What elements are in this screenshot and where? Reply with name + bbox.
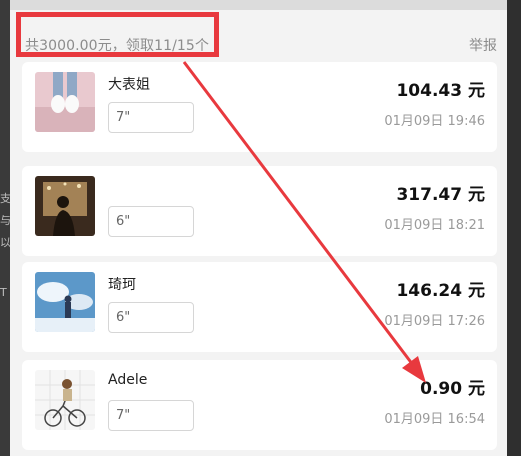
claim-amount: 317.47 元 — [396, 185, 485, 205]
background-text: T — [0, 286, 7, 299]
screenshot-stage: 支 与 以 T 共3000.00元，领取11/15个 举报 大表姐 7" 104… — [0, 0, 521, 456]
sketch-bike-avatar[interactable] — [35, 370, 95, 430]
voice-message-button[interactable]: 6" — [108, 302, 194, 333]
claim-amount: 146.24 元 — [396, 281, 485, 301]
claimer-name: Adele — [108, 372, 148, 388]
shoes-photo-avatar[interactable] — [35, 72, 95, 132]
voice-duration: 7" — [116, 408, 131, 423]
claim-card: Adele 7" 0.90 元 01月09日 16:54 — [22, 360, 497, 450]
red-packet-claims-panel: 共3000.00元，领取11/15个 举报 大表姐 7" 104.43 元 01 — [10, 0, 507, 456]
background-app-edge-right — [507, 0, 521, 456]
claim-time: 01月09日 17:26 — [384, 314, 485, 329]
annotation-highlight-box — [16, 12, 219, 57]
claimer-name: 大表姐 — [108, 77, 150, 93]
voice-duration: 6" — [116, 214, 131, 229]
voice-duration: 7" — [116, 110, 131, 125]
voice-message-button[interactable]: 7" — [108, 400, 194, 431]
claim-card: 6" 317.47 元 01月09日 18:21 — [22, 166, 497, 256]
silhouette-photo-avatar[interactable] — [35, 176, 95, 236]
claim-time: 01月09日 16:54 — [384, 412, 485, 427]
claim-time: 01月09日 19:46 — [384, 114, 485, 129]
claim-amount: 104.43 元 — [396, 81, 485, 101]
claim-time: 01月09日 18:21 — [384, 218, 485, 233]
report-link[interactable]: 举报 — [469, 35, 497, 55]
claim-card: 大表姐 7" 104.43 元 01月09日 19:46 — [22, 62, 497, 152]
voice-message-button[interactable]: 6" — [108, 206, 194, 237]
voice-duration: 6" — [116, 310, 131, 325]
sky-photo-avatar[interactable] — [35, 272, 95, 332]
voice-message-button[interactable]: 7" — [108, 102, 194, 133]
claim-card: 琦珂 6" 146.24 元 01月09日 17:26 — [22, 262, 497, 352]
claim-amount: 0.90 元 — [420, 379, 485, 399]
claimer-name: 琦珂 — [108, 277, 136, 293]
